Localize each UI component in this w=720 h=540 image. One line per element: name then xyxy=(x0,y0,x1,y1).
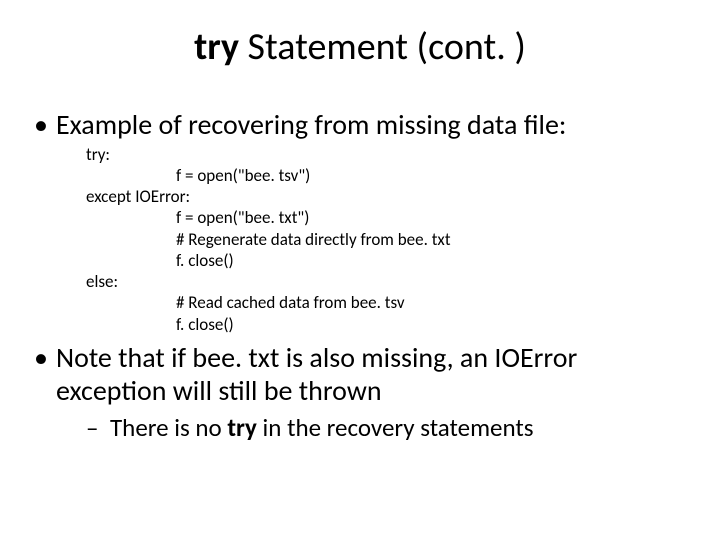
sub-bullet-pre: There is no xyxy=(110,412,227,443)
sub-bullet-post: in the recovery statements xyxy=(257,412,534,443)
slide: try Statement (cont. ) Example of recove… xyxy=(0,0,720,540)
code-line: f. close() xyxy=(86,314,692,335)
bullet-example: Example of recovering from missing data … xyxy=(28,108,692,335)
slide-title: try Statement (cont. ) xyxy=(28,24,692,70)
bullet-note: Note that if bee. txt is also missing, a… xyxy=(28,341,692,443)
code-line: # Read cached data from bee. tsv xyxy=(86,292,692,313)
title-keyword: try xyxy=(194,24,239,70)
title-rest: Statement (cont. ) xyxy=(239,24,526,70)
bullet-list: Example of recovering from missing data … xyxy=(28,108,692,443)
bullet-example-text: Example of recovering from missing data … xyxy=(56,107,566,142)
code-line: f = open("bee. txt") xyxy=(86,207,692,228)
code-line: except IOError: xyxy=(86,186,692,207)
sub-bullet-list: There is no try in the recovery statemen… xyxy=(56,412,692,443)
sub-bullet: There is no try in the recovery statemen… xyxy=(56,412,692,443)
code-block: try: f = open("bee. tsv") except IOError… xyxy=(86,144,692,335)
sub-bullet-keyword: try xyxy=(227,412,257,443)
code-line: f. close() xyxy=(86,250,692,271)
code-line: try: xyxy=(86,144,692,165)
code-line: else: xyxy=(86,271,692,292)
bullet-note-text: Note that if bee. txt is also missing, a… xyxy=(56,340,577,409)
code-line: f = open("bee. tsv") xyxy=(86,165,692,186)
code-line: # Regenerate data directly from bee. txt xyxy=(86,229,692,250)
